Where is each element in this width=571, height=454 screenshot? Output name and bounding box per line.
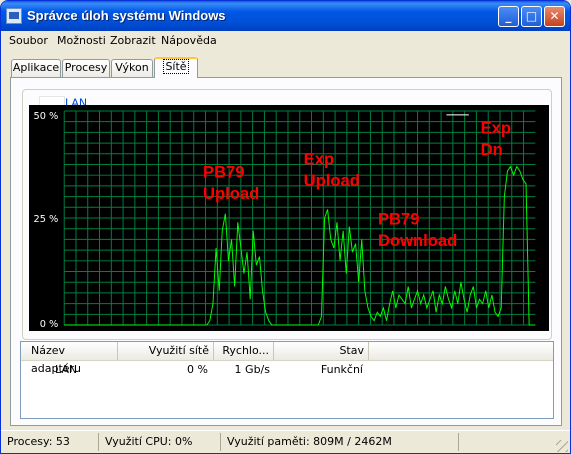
close-icon: ✕ <box>549 9 560 23</box>
status-bar: Procesy: 53 Využití CPU: 0% Využití pamě… <box>1 430 570 453</box>
menu-soubor[interactable]: Soubor <box>9 34 48 47</box>
tab-vykon-label: Výkon <box>115 61 149 74</box>
tab-aplikace-label: Aplikace <box>12 61 60 74</box>
menu-moznosti[interactable]: Možnosti <box>57 34 106 47</box>
annotation-label: Exp <box>304 150 334 169</box>
maximize-icon: □ <box>525 9 538 23</box>
menu-bar: Soubor Možnosti Zobrazit Nápověda <box>1 31 570 51</box>
cell-state: Funkční <box>320 363 363 376</box>
close-button[interactable]: ✕ <box>544 6 565 27</box>
annotation-label: Upload <box>304 171 360 190</box>
adapter-list[interactable]: Název adaptéru Využití sítě Rychlo... St… <box>20 341 554 419</box>
cell-adapter-name: LAN <box>55 363 78 376</box>
tab-vykon[interactable]: Výkon <box>111 59 153 77</box>
y-tick-label: 50 % <box>34 111 59 122</box>
y-tick-label: 25 % <box>34 214 59 225</box>
minimize-icon: _ <box>505 9 512 23</box>
tab-procesy-label: Procesy <box>64 61 108 74</box>
graph-grid <box>63 110 536 326</box>
status-cpu: Využití CPU: 0% <box>101 433 221 451</box>
col-header-speed[interactable]: Rychlo... <box>214 342 274 360</box>
tab-aplikace[interactable]: Aplikace <box>11 59 61 77</box>
tab-site-label: Sítě <box>163 59 189 74</box>
network-usage-graph: 50 % 25 % 0 % PB79 Upload Exp Upload PB79 Downl… <box>29 105 549 331</box>
col-header-name[interactable]: Název adaptéru <box>21 342 118 375</box>
tab-procesy[interactable]: Procesy <box>62 59 110 77</box>
status-memory: Využití paměti: 809M / 2462M <box>223 433 459 451</box>
menu-napoveda[interactable]: Nápověda <box>161 34 217 47</box>
resize-grip[interactable] <box>556 440 568 452</box>
task-manager-window: Správce úloh systému Windows _ □ ✕ Soubo… <box>0 0 571 454</box>
y-tick-label: 0 % <box>40 319 59 330</box>
task-manager-icon[interactable] <box>6 8 22 24</box>
cell-usage: 0 % <box>187 363 208 376</box>
annotation-label: Exp <box>481 118 511 137</box>
annotation-label: Download <box>378 231 457 250</box>
annotation-label: Dn <box>481 140 503 159</box>
annotation-label: PB79 <box>203 162 245 181</box>
cell-speed: 1 Gb/s <box>234 363 270 376</box>
col-header-state[interactable]: Stav <box>274 342 369 360</box>
menu-zobrazit[interactable]: Zobrazit <box>110 34 156 47</box>
annotation-label: PB79 <box>378 209 420 228</box>
minimize-button[interactable]: _ <box>498 6 519 27</box>
annotation-label: Upload <box>203 184 259 203</box>
maximize-button[interactable]: □ <box>521 6 542 27</box>
col-header-usage[interactable]: Využití sítě <box>118 342 214 360</box>
graph-y-ticks: 50 % 25 % 0 % <box>34 111 59 330</box>
window-title: Správce úloh systému Windows <box>27 8 226 23</box>
status-processes: Procesy: 53 <box>3 433 99 451</box>
table-row[interactable]: LAN 0 % 1 Gb/s Funkční <box>21 362 553 378</box>
adapter-list-header: Název adaptéru Využití sítě Rychlo... St… <box>21 342 553 375</box>
title-bar[interactable]: Správce úloh systému Windows _ □ ✕ <box>1 1 570 31</box>
tab-site[interactable]: Sítě <box>154 57 198 78</box>
